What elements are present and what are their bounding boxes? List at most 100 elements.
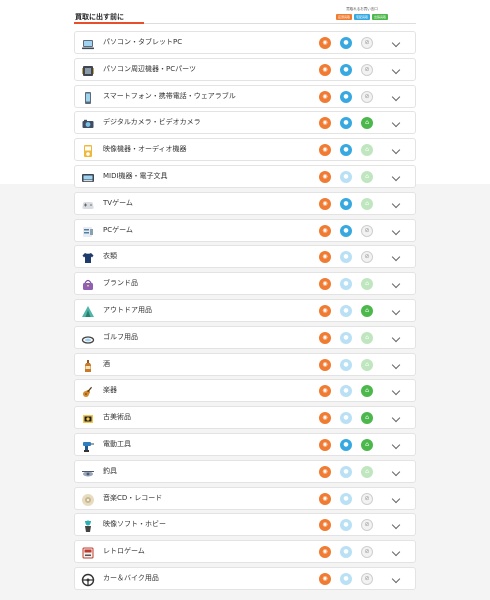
category-row[interactable]: PCゲーム ◉ ● ⊘	[74, 218, 416, 242]
store-purchase-icon: ◉	[319, 117, 331, 130]
category-label: ブランド品	[103, 279, 138, 288]
store-purchase-icon: ◉	[319, 358, 331, 371]
chevron-down-icon[interactable]	[391, 547, 401, 557]
legend: 買取れるお買い言口 店頭買取 宅配買取 出張買取	[335, 7, 388, 20]
handbag-icon	[81, 277, 95, 291]
category-row[interactable]: パソコン周辺機器・PCパーツ ◉ ● ⊘	[74, 57, 416, 81]
category-label: 電動工具	[103, 439, 131, 448]
category-label: 釣具	[103, 466, 117, 475]
category-row[interactable]: 酒 ◉ ● ⌂	[74, 352, 416, 376]
visit-purchase-icon: ⌂	[361, 358, 373, 371]
chevron-down-icon[interactable]	[391, 253, 401, 262]
legend-title: 買取れるお買い言口	[346, 7, 378, 11]
chevron-down-icon[interactable]	[391, 65, 401, 75]
category-row[interactable]: 古美術品 ◉ ● ⌂	[74, 406, 416, 430]
chevron-down-icon[interactable]	[391, 413, 401, 423]
store-purchase-icon: ◉	[319, 170, 331, 183]
tshirt-icon	[81, 250, 95, 264]
title-accent-bar	[74, 22, 144, 24]
chevron-down-icon[interactable]	[391, 92, 401, 101]
guitar-icon	[81, 384, 95, 398]
steering-wheel-icon	[81, 572, 95, 587]
visit-purchase-icon: ⌂	[361, 170, 373, 183]
category-row[interactable]: 楽器 ◉ ● ⌂	[74, 379, 416, 403]
visit-purchase-icon: ⊘	[361, 572, 373, 585]
category-row[interactable]: ゴルフ用品 ◉ ● ⌂	[74, 325, 416, 349]
store-purchase-icon: ◉	[319, 197, 331, 210]
audio-player-icon	[81, 143, 95, 158]
delivery-purchase-icon: ●	[340, 519, 352, 532]
visit-purchase-icon: ⌂	[361, 465, 373, 478]
chevron-down-icon[interactable]	[391, 38, 401, 48]
chevron-down-icon[interactable]	[391, 119, 401, 128]
chevron-down-icon[interactable]	[391, 333, 401, 343]
category-label: カー＆バイク用品	[103, 573, 159, 582]
pc-game-icon	[81, 224, 95, 238]
visit-purchase-icon: ⊘	[361, 37, 373, 49]
chevron-down-icon[interactable]	[391, 145, 401, 155]
chevron-down-icon[interactable]	[391, 279, 401, 289]
store-purchase-icon: ◉	[319, 63, 331, 76]
visit-purchase-icon: ⌂	[361, 278, 373, 291]
chevron-down-icon[interactable]	[391, 467, 401, 476]
category-label: 音楽CD・レコード	[103, 493, 163, 502]
category-row[interactable]: 音楽CD・レコード ◉ ● ⊘	[74, 486, 416, 510]
visit-purchase-icon: ⊘	[361, 224, 373, 237]
power-drill-icon	[81, 438, 95, 452]
midi-device-icon	[81, 170, 95, 184]
delivery-purchase-icon: ●	[340, 117, 352, 130]
store-purchase-icon: ◉	[319, 519, 331, 532]
store-purchase-icon: ◉	[319, 385, 331, 398]
retro-console-icon	[81, 545, 95, 559]
chevron-down-icon[interactable]	[391, 494, 401, 503]
store-purchase-icon: ◉	[319, 572, 331, 585]
delivery-purchase-icon: ●	[340, 251, 352, 264]
category-label: レトロゲーム	[103, 547, 145, 556]
category-row[interactable]: TVゲーム ◉ ● ⌂	[74, 191, 416, 215]
delivery-purchase-icon: ●	[340, 385, 352, 398]
figure-icon	[81, 518, 95, 533]
category-row[interactable]: 電動工具 ◉ ● ⌂	[74, 432, 416, 456]
chevron-down-icon[interactable]	[391, 440, 401, 450]
visit-purchase-icon: ⌂	[361, 438, 373, 451]
category-row[interactable]: パソコン・タブレットPC ◉ ● ⊘	[74, 31, 416, 54]
antique-icon	[81, 411, 95, 425]
visit-purchase-icon: ⊘	[361, 251, 373, 264]
category-label: 古美術品	[103, 413, 131, 422]
chevron-down-icon[interactable]	[391, 521, 401, 530]
category-row[interactable]: デジタルカメラ・ビデオカメラ ◉ ● ⌂	[74, 111, 416, 135]
category-row[interactable]: スマートフォン・携帯電話・ウェアラブル ◉ ● ⊘	[74, 84, 416, 108]
category-row[interactable]: カー＆バイク用品 ◉ ● ⊘	[74, 566, 416, 590]
sake-bottle-icon	[81, 358, 95, 372]
category-label: スマートフォン・携帯電話・ウェアラブル	[103, 91, 236, 100]
store-purchase-icon: ◉	[319, 465, 331, 478]
category-row[interactable]: 衣類 ◉ ● ⊘	[74, 245, 416, 269]
category-row[interactable]: 釣具 ◉ ● ⌂	[74, 459, 416, 483]
category-row[interactable]: アウトドア用品 ◉ ● ⌂	[74, 298, 416, 322]
category-row[interactable]: 映像機器・オーディオ機器 ◉ ● ⌂	[74, 138, 416, 162]
chevron-down-icon[interactable]	[391, 226, 401, 235]
visit-purchase-icon: ⌂	[361, 385, 373, 398]
delivery-purchase-icon: ●	[340, 465, 352, 478]
category-row[interactable]: MIDI機器・電子文具 ◉ ● ⌂	[74, 164, 416, 188]
delivery-purchase-icon: ●	[340, 412, 352, 425]
visit-purchase-icon: ⌂	[361, 117, 373, 130]
category-row[interactable]: 映像ソフト・ホビー ◉ ● ⊘	[74, 513, 416, 537]
category-label: TVゲーム	[103, 198, 133, 207]
legend-visit: 出張買取	[371, 14, 388, 20]
chevron-down-icon[interactable]	[391, 387, 401, 396]
chevron-down-icon[interactable]	[391, 199, 401, 209]
visit-purchase-icon: ⊘	[361, 546, 373, 559]
delivery-purchase-icon: ●	[340, 438, 352, 451]
category-row[interactable]: ブランド品 ◉ ● ⌂	[74, 272, 416, 296]
fishing-reel-icon	[81, 465, 95, 479]
chevron-down-icon[interactable]	[391, 360, 401, 369]
category-label: デジタルカメラ・ビデオカメラ	[103, 118, 201, 127]
pc-parts-icon	[81, 63, 95, 77]
store-purchase-icon: ◉	[319, 304, 331, 317]
category-row[interactable]: レトロゲーム ◉ ● ⊘	[74, 540, 416, 564]
cd-icon	[81, 492, 95, 506]
chevron-down-icon[interactable]	[391, 574, 401, 584]
chevron-down-icon[interactable]	[391, 172, 401, 182]
chevron-down-icon[interactable]	[391, 306, 401, 316]
